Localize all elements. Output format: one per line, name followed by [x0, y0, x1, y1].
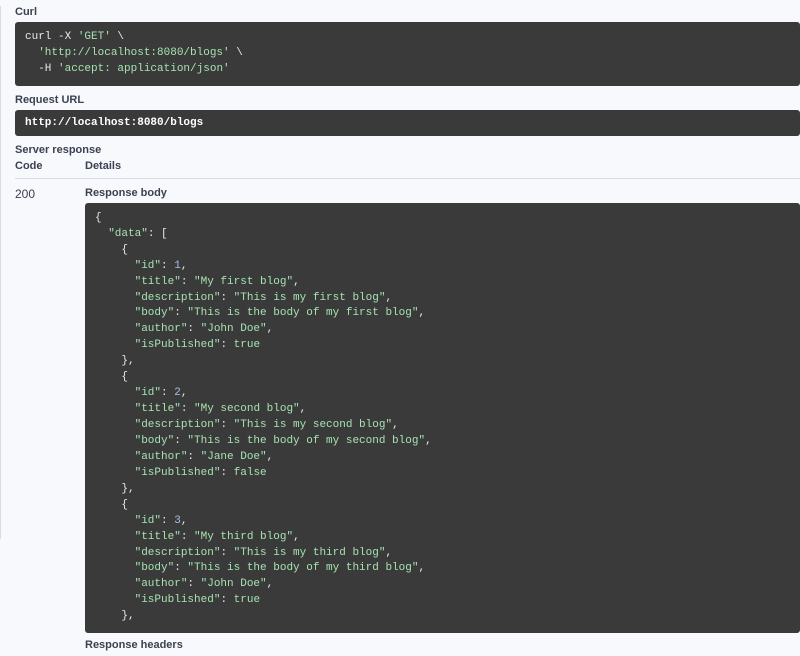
- status-code: 200: [15, 185, 85, 655]
- curl-label: Curl: [15, 6, 800, 18]
- details-column-header: Details: [85, 160, 800, 172]
- response-row: 200 Response body { "data": [ { "id": 1,…: [15, 185, 800, 655]
- response-body-block[interactable]: { "data": [ { "id": 1, "title": "My firs…: [85, 203, 800, 633]
- request-url-block[interactable]: http://localhost:8080/blogs: [15, 110, 800, 136]
- response-body-label: Response body: [85, 187, 800, 199]
- request-url-label: Request URL: [15, 94, 800, 106]
- code-column-header: Code: [15, 160, 85, 172]
- curl-block[interactable]: curl -X 'GET' \ 'http://localhost:8080/b…: [15, 22, 800, 86]
- server-response-label: Server response: [15, 144, 800, 156]
- response-table-header: Code Details: [15, 160, 800, 179]
- response-headers-label: Response headers: [85, 639, 800, 651]
